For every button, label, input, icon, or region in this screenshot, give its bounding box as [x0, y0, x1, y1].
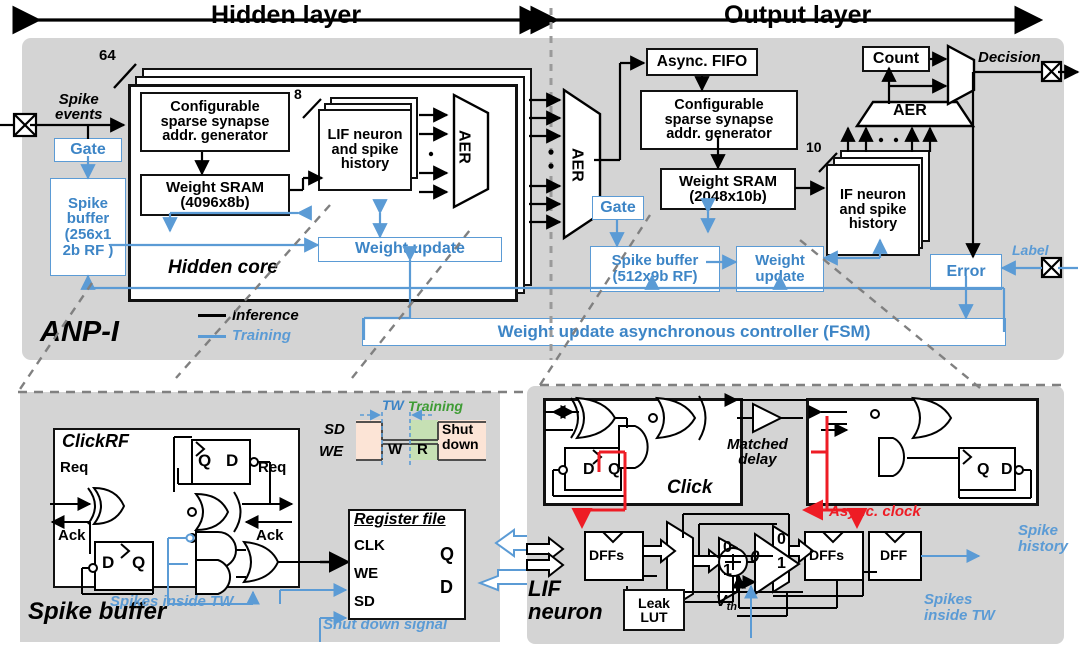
- spikes-inside-tw-annotation: Spikes inside TW: [110, 593, 234, 610]
- mux1-label-0: 0: [777, 531, 786, 548]
- synapse-addr-generator-output[interactable]: Configurable sparse synapse addr. genera…: [640, 90, 798, 150]
- legend-training-swatch: [198, 334, 226, 338]
- leak-lut-block[interactable]: Leak LUT: [623, 589, 685, 631]
- spike-buffer-output-label: Spike buffer (512x9b RF): [611, 252, 699, 285]
- error-block[interactable]: Error: [930, 254, 1002, 290]
- timing-we-signal: WE: [319, 443, 344, 460]
- chip-label: ANP-I: [40, 316, 119, 348]
- fsm-controller[interactable]: Weight update asynchronous controller (F…: [362, 318, 1006, 346]
- timing-write-label: W: [388, 441, 403, 458]
- req-out-label: Req: [258, 459, 287, 476]
- legend: Inference Training: [198, 308, 299, 344]
- ff-top-d: D: [226, 451, 239, 470]
- vth-subscript: th: [726, 601, 737, 614]
- lif-ff-right-d: D: [1001, 461, 1013, 478]
- weight-sram-hidden-label: Weight SRAM (4096x8b): [165, 178, 265, 211]
- spikes-inside-tw-lif-annotation: Spikes inside TW: [924, 591, 995, 624]
- async-fifo[interactable]: Async. FIFO: [646, 48, 758, 76]
- aer-output-label: AER: [893, 102, 927, 119]
- if-neuron-and-spike-history[interactable]: IF neuron and spike history: [826, 164, 920, 256]
- aer-output-input-label: AER: [568, 148, 586, 182]
- lif-ff-right-q: Q: [977, 461, 990, 478]
- register-file-q: Q: [440, 544, 455, 564]
- mux2-label-0: 0: [723, 539, 732, 556]
- legend-inference-swatch: [198, 314, 226, 318]
- gate-hidden[interactable]: Gate: [54, 138, 122, 162]
- legend-inference-label: Inference: [232, 307, 299, 324]
- aer-hidden-label: AER: [455, 130, 473, 164]
- spike-history-annotation: Spike history: [1018, 522, 1069, 555]
- leak-lut-label: Leak LUT: [638, 594, 670, 625]
- register-file-title: Register file: [354, 511, 446, 528]
- spike-buffer-output[interactable]: Spike buffer (512x9b RF): [590, 246, 720, 292]
- register-file-sd: SD: [354, 593, 375, 610]
- req-in-label: Req: [60, 459, 89, 476]
- timing-read-label: R: [417, 441, 428, 458]
- weight-sram-output-label: Weight SRAM (2048x10b): [678, 172, 778, 205]
- ack-out-label: Ack: [256, 527, 284, 544]
- ack-in-label: Ack: [58, 527, 86, 544]
- timing-shutdown-label: Shut down: [442, 421, 479, 452]
- ff-top-q: Q: [198, 451, 212, 470]
- label-pad-icon: [1040, 256, 1063, 279]
- register-file-clk: CLK: [354, 537, 385, 554]
- timing-training-label: Training: [408, 398, 463, 414]
- lif-ff-left-d: D: [583, 461, 595, 478]
- if-neuron-label: IF neuron and spike history: [839, 186, 907, 233]
- ff-left-q: Q: [132, 553, 146, 572]
- weight-update-hidden[interactable]: Weight update: [318, 237, 502, 262]
- output-pad-icon: [1040, 60, 1063, 83]
- lif-neuron-and-spike-history-hidden[interactable]: LIF neuron and spike history: [318, 109, 412, 191]
- spike-buffer-hidden-label: Spike buffer (256x1 2b RF ): [62, 194, 114, 259]
- hidden-layer-title: Hidden layer: [205, 2, 368, 29]
- synapse-addr-generator-hidden[interactable]: Configurable sparse synapse addr. genera…: [140, 92, 290, 152]
- dffs-1-label: DFFs: [589, 547, 624, 563]
- weight-update-output[interactable]: Weight update: [736, 246, 824, 292]
- vth-symbol: V: [715, 593, 727, 611]
- async-clock-label: Async. clock: [829, 503, 921, 520]
- mux2-label-1: 1: [723, 562, 732, 579]
- lif-ff-left-q: Q: [608, 461, 621, 478]
- timing-diagram: TW Training SD WE W R Shut down: [316, 398, 494, 486]
- count-block[interactable]: Count: [862, 46, 930, 72]
- ff-left-d: D: [102, 553, 115, 572]
- timing-sd-signal: SD: [324, 421, 345, 438]
- weight-sram-output[interactable]: Weight SRAM (2048x10b): [660, 168, 796, 210]
- register-file-d: D: [440, 577, 453, 597]
- gate-output[interactable]: Gate: [592, 196, 644, 220]
- spike-buffer-hidden[interactable]: Spike buffer (256x1 2b RF ): [50, 178, 126, 276]
- timing-tw-label: TW: [382, 397, 404, 413]
- spike-events-label: Spike events: [55, 91, 103, 124]
- input-pad-icon: [12, 112, 38, 138]
- decision-label: Decision: [978, 49, 1041, 66]
- dff-out-label: DFF: [880, 547, 908, 563]
- mux-zero-label: 0: [750, 547, 760, 566]
- lif-neuron-hidden-label: LIF neuron and spike history: [327, 126, 403, 173]
- synapse-gen-hidden-label: Configurable sparse synapse addr. genera…: [160, 98, 270, 145]
- synapse-gen-output-label: Configurable sparse synapse addr. genera…: [664, 96, 774, 143]
- matched-delay-label: Matched delay: [727, 436, 788, 469]
- decision-mux: [946, 43, 976, 107]
- mux1-label-1: 1: [777, 555, 786, 572]
- dffs-2-label: DFFs: [809, 547, 844, 563]
- register-file-we: WE: [354, 565, 379, 582]
- legend-training-label: Training: [232, 327, 291, 345]
- weight-sram-hidden[interactable]: Weight SRAM (4096x8b): [140, 174, 290, 216]
- weight-update-output-label: Weight update: [755, 252, 805, 285]
- hidden-core-label: Hidden core: [168, 257, 278, 278]
- output-layer-title: Output layer: [718, 2, 878, 29]
- vth-label: Vth: [707, 578, 737, 614]
